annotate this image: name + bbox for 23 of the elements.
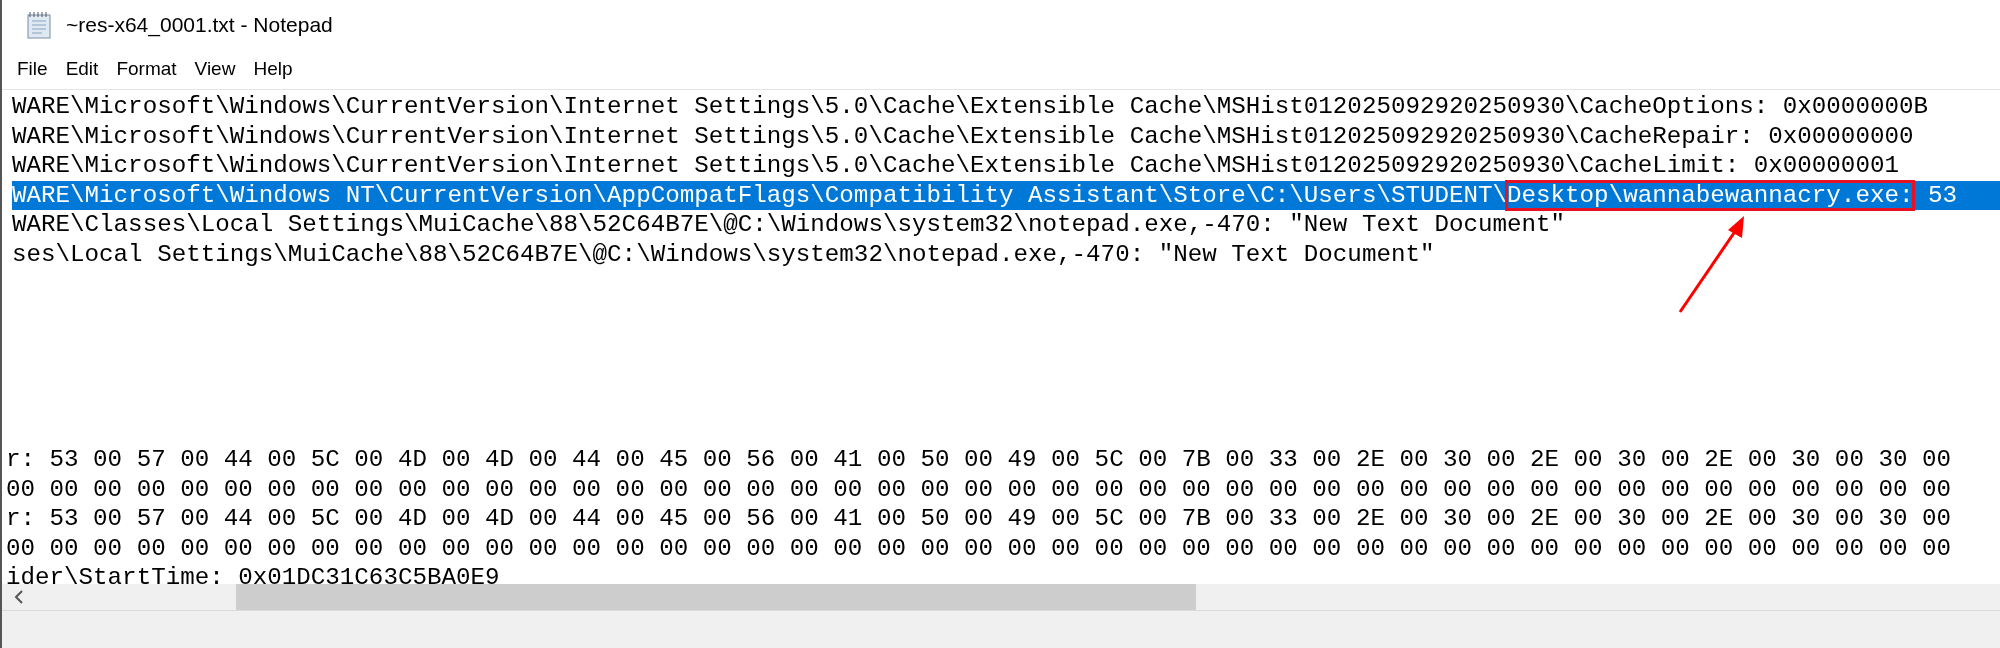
menu-item[interactable]: View bbox=[187, 55, 243, 84]
text-line: WARE\Classes\Local Settings\MuiCache\88\52C64B7E\@C:\Windows\system32\notepad.exe,-470: "New Text Document" bbox=[12, 211, 1566, 238]
text-line: r: 53 00 57 00 44 00 5C 00 4D 00 4D 00 44 00 45 00 56 00 41 00 50 00 49 00 5C 00 7B 00 33 00 2E 00 30 00 2E 00 30 00 2E 00 30 00 30 00 bbox=[6, 505, 1951, 532]
notepad-icon bbox=[24, 10, 54, 40]
scroll-left-icon[interactable] bbox=[12, 589, 26, 605]
text-line: ider\StartTime: 0x01DC31C63C5BA0E9 bbox=[6, 564, 500, 584]
menu-item[interactable]: Edit bbox=[58, 55, 106, 84]
text-line: WARE\Microsoft\Windows NT\CurrentVersion\AppCompatFlags\Compatibility Assistant\Store\C:\Users\STUDENT\ bbox=[12, 181, 1508, 209]
text-line: WARE\Microsoft\Windows\CurrentVersion\Internet Settings\5.0\Cache\Extensible Cache\MSHist012025092920250930\CacheLimit: 0x00000001 bbox=[12, 152, 1899, 179]
text-line: 00 00 00 00 00 00 00 00 00 00 00 00 00 00 00 00 00 00 00 00 00 00 00 00 00 00 00 00 00 00 00 00 00 00 00 00 00 00 00 00 00 00 00 00 00 bbox=[6, 475, 1951, 503]
window-title: ~res-x64_0001.txt - Notepad bbox=[66, 12, 333, 39]
text-line: 53 bbox=[1926, 181, 1957, 209]
text-line: WARE\Microsoft\Windows\CurrentVersion\Internet Settings\5.0\Cache\Extensible Cache\MSHist012025092920250930\CacheOptions: 0x0000000B bbox=[12, 93, 1928, 120]
text-line: ses\Local Settings\MuiCache\88\52C64B7E\@C:\Windows\system32\notepad.exe,-470: "New Text Document" bbox=[12, 240, 1435, 268]
highlighted-text: Desktop\wannabewannacry.exe: bbox=[1507, 181, 1914, 209]
menu-item[interactable]: Format bbox=[109, 55, 184, 84]
menu-item[interactable]: File bbox=[10, 55, 55, 84]
menu-item[interactable]: Help bbox=[246, 55, 300, 84]
text-line: 00 00 00 00 00 00 00 00 00 00 00 00 00 00 00 00 00 00 00 00 00 00 00 00 00 00 00 00 00 00 00 00 00 00 00 00 00 00 00 00 00 00 00 00 00 bbox=[6, 534, 1951, 562]
horizontal-scrollbar[interactable] bbox=[2, 584, 2000, 610]
scrollbar-thumb[interactable] bbox=[236, 584, 1196, 610]
text-line: WARE\Microsoft\Windows\CurrentVersion\Internet Settings\5.0\Cache\Extensible Cache\MSHist012025092920250930\CacheRepair: 0x00000000 bbox=[12, 122, 1914, 150]
text-line: r: 53 00 57 00 44 00 5C 00 4D 00 4D 00 44 00 45 00 56 00 41 00 50 00 49 00 5C 00 7B 00 33 00 2E 00 30 00 2E 00 30 00 2E 00 30 00 30 00 bbox=[6, 446, 1951, 473]
